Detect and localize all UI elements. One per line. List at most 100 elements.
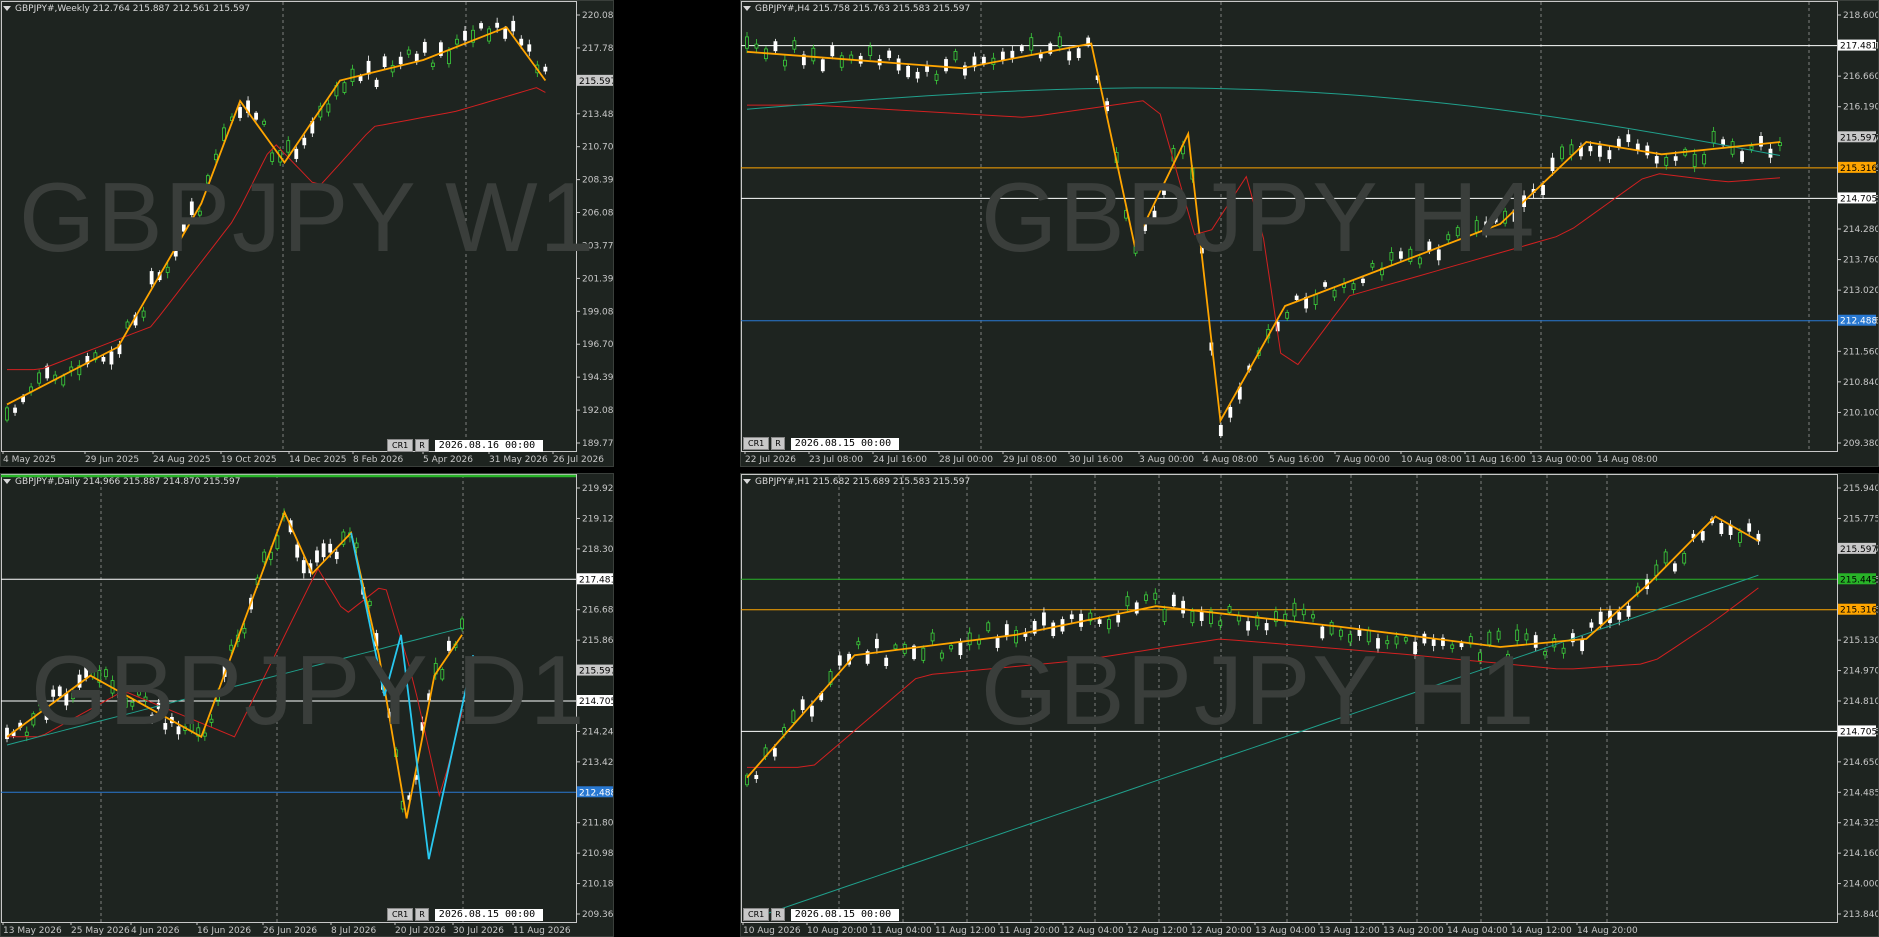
candle-body xyxy=(358,76,363,82)
candle-body xyxy=(792,40,797,50)
time-label: 11 Aug 04:00 xyxy=(871,926,932,936)
candle-body xyxy=(925,65,929,72)
time-label: 14 Aug 04:00 xyxy=(1447,926,1508,936)
candle-body xyxy=(1515,629,1520,641)
candle-body xyxy=(38,700,42,707)
chart-h1[interactable]: GBPJPY#,H1 215.682 215.689 215.583 215.5… xyxy=(740,473,1879,937)
candle-body xyxy=(13,407,17,413)
candle-body xyxy=(1246,621,1250,631)
cr1-button[interactable]: CR1 xyxy=(387,908,414,921)
r-button[interactable]: R xyxy=(415,908,429,921)
candle-body xyxy=(1446,234,1451,241)
candle-body xyxy=(967,632,972,646)
candle-body xyxy=(354,542,359,549)
candle-body xyxy=(982,56,986,65)
chart-canvas[interactable]: 220.080 217.780 215.597 213.488 210.700 208.3… xyxy=(1,1,614,467)
candle-body xyxy=(1737,532,1742,543)
candle-body xyxy=(479,23,483,29)
candle-body xyxy=(953,51,958,61)
candle-body xyxy=(141,310,146,318)
price-label: 211.800 xyxy=(582,819,614,829)
candle-body xyxy=(1323,282,1327,287)
candle-body xyxy=(254,112,258,120)
price-tag-label: 212.488 xyxy=(579,788,614,798)
candle-body xyxy=(64,693,69,706)
price-label: 210.700 xyxy=(582,143,614,153)
collapse-triangle-icon[interactable] xyxy=(3,479,11,484)
candle-body xyxy=(1598,145,1602,157)
chart-h4[interactable]: GBPJPY#,H4 215.758 215.763 215.583 215.5… xyxy=(740,0,1879,467)
candle-body xyxy=(1749,145,1754,150)
candle-body xyxy=(1301,608,1306,616)
candle-body xyxy=(1357,629,1362,636)
time-label: 28 Jul 00:00 xyxy=(939,455,993,465)
chart-controls: CR1 R 2026.08.15 00:00 xyxy=(743,437,899,450)
chart-canvas[interactable]: 218.600 217.481 216.660 216.190 215.597 215.3… xyxy=(741,1,1879,467)
time-label: 24 Jul 16:00 xyxy=(873,455,927,465)
candle-body xyxy=(1747,523,1752,532)
candle-body xyxy=(150,714,155,722)
chart-weekly[interactable]: GBPJPY#,Weekly 212.764 215.887 212.561 2… xyxy=(0,0,614,467)
candle-body xyxy=(1125,596,1130,607)
date-field[interactable]: 2026.08.15 00:00 xyxy=(434,908,543,921)
candle-body xyxy=(301,560,306,574)
candle-body xyxy=(57,686,62,697)
price-label: 215.130 xyxy=(1843,636,1879,646)
candle-body xyxy=(1014,630,1018,644)
plot-border xyxy=(741,474,1838,923)
candle-body xyxy=(51,689,56,697)
r-button[interactable]: R xyxy=(771,908,785,921)
candle-body xyxy=(37,372,42,384)
cr1-button[interactable]: CR1 xyxy=(743,908,770,921)
candle-body xyxy=(915,71,920,79)
candle-body xyxy=(1541,185,1545,196)
time-label: 4 May 2025 xyxy=(3,455,56,465)
candle-body xyxy=(1218,424,1223,437)
candle-body xyxy=(24,731,29,736)
candle-body xyxy=(1550,157,1555,172)
candle-body xyxy=(1190,611,1195,624)
price-label: 210.180 xyxy=(582,880,614,890)
date-field[interactable]: 2026.08.15 00:00 xyxy=(790,437,899,450)
candle-body xyxy=(745,36,749,49)
date-field[interactable]: 2026.08.16 00:00 xyxy=(434,439,543,452)
date-field[interactable]: 2026.08.15 00:00 xyxy=(790,908,899,921)
price-label: 216.680 xyxy=(582,606,614,616)
candle-body xyxy=(1560,146,1564,160)
candle-body xyxy=(447,640,451,651)
candle-body xyxy=(783,59,787,67)
candle-body xyxy=(503,28,508,39)
candle-body xyxy=(1313,294,1318,305)
collapse-triangle-icon[interactable] xyxy=(3,6,11,11)
collapse-triangle-icon[interactable] xyxy=(743,479,751,484)
candle-body xyxy=(109,351,114,365)
candle-body xyxy=(181,219,186,232)
candle-body xyxy=(1152,210,1157,219)
candle-body xyxy=(242,627,247,634)
cr1-button[interactable]: CR1 xyxy=(743,437,770,450)
chart-header: GBPJPY#,H4 215.758 215.763 215.583 215.5… xyxy=(743,4,970,14)
price-label: 208.390 xyxy=(582,176,614,186)
price-label: 215.775 xyxy=(1843,514,1879,524)
chart-canvas[interactable]: 219.920 219.120 218.300 217.481 216.680 215.8… xyxy=(1,474,614,937)
candle-body xyxy=(123,697,128,708)
price-label: 199.080 xyxy=(582,307,614,317)
candle-body xyxy=(875,638,879,649)
candle-body xyxy=(1413,641,1418,655)
r-button[interactable]: R xyxy=(771,437,785,450)
candle-body xyxy=(1067,51,1072,61)
candle-body xyxy=(1673,156,1678,161)
time-label: 29 Jul 08:00 xyxy=(1003,455,1057,465)
candle-body xyxy=(868,46,873,56)
chart-daily[interactable]: GBPJPY#,Daily 214.966 215.887 214.870 21… xyxy=(0,473,614,937)
cr1-button[interactable]: CR1 xyxy=(387,439,414,452)
chart-controls: CR1 R 2026.08.15 00:00 xyxy=(743,908,899,921)
chart-canvas[interactable]: 215.940 215.775 215.597 215.445 215.316 215.1… xyxy=(741,474,1879,937)
candle-body xyxy=(1311,614,1315,619)
r-button[interactable]: R xyxy=(415,439,429,452)
price-label: 214.810 xyxy=(1843,697,1879,707)
collapse-triangle-icon[interactable] xyxy=(743,6,751,11)
price-label: 214.650 xyxy=(1843,758,1879,768)
time-label: 12 Aug 12:00 xyxy=(1127,926,1188,936)
price-label: 214.485 xyxy=(1843,788,1879,798)
